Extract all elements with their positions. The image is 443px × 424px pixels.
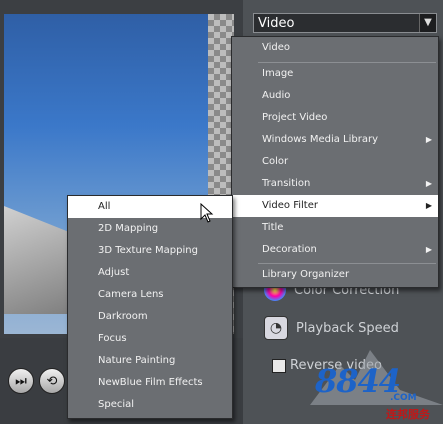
filter-item-nature-painting[interactable]: Nature Painting: [68, 350, 232, 372]
menu-item-image[interactable]: Image: [232, 63, 438, 85]
filter-item-focus[interactable]: Focus: [68, 328, 232, 350]
menu-item-windows-media-library[interactable]: Windows Media Library ▶: [232, 129, 438, 151]
filter-item-label: Nature Painting: [98, 355, 176, 366]
dropdown-value: Video: [258, 16, 295, 31]
filter-item-label: 3D Texture Mapping: [98, 245, 198, 256]
playback-speed-option[interactable]: ◔ Playback Speed: [264, 316, 399, 340]
submenu-arrow-icon: ▶: [425, 201, 432, 210]
filter-item-label: Camera Lens: [98, 289, 164, 300]
watermark-tagline: 连邦服务: [386, 408, 430, 421]
menu-item-library-organizer[interactable]: Library Organizer: [232, 264, 438, 286]
menu-item-label: Title: [262, 222, 284, 233]
menu-item-title[interactable]: Title: [232, 217, 438, 239]
submenu-arrow-icon: ▶: [425, 179, 432, 188]
skip-end-icon: ⏭: [15, 373, 27, 389]
menu-item-label: Color: [262, 156, 289, 167]
menu-item-color[interactable]: Color: [232, 151, 438, 173]
menu-item-transition[interactable]: Transition ▶: [232, 173, 438, 195]
submenu-arrow-icon: ▶: [425, 245, 432, 254]
playback-speed-label: Playback Speed: [296, 320, 399, 336]
menu-item-label: Video Filter: [262, 200, 318, 211]
menu-item-audio[interactable]: Audio: [232, 85, 438, 107]
menu-item-label: Image: [262, 68, 294, 79]
filter-item-newblue-film-effects[interactable]: NewBlue Film Effects: [68, 372, 232, 394]
library-category-dropdown[interactable]: Video ▼: [253, 13, 437, 33]
filter-item-label: 2D Mapping: [98, 223, 159, 234]
filter-item-adjust[interactable]: Adjust: [68, 262, 232, 284]
menu-item-video-filter[interactable]: Video Filter ▶: [232, 195, 438, 217]
speedometer-icon: ◔: [264, 316, 288, 340]
library-menu: Video Image Audio Project Video Windows …: [231, 36, 439, 288]
menu-item-label: Project Video: [262, 112, 328, 123]
mouse-cursor-icon: [200, 203, 214, 223]
video-filter-submenu: All 2D Mapping 3D Texture Mapping Adjust…: [67, 195, 233, 419]
menu-item-label: Transition: [262, 178, 311, 189]
filter-item-label: NewBlue Film Effects: [98, 377, 203, 388]
filter-item-special[interactable]: Special: [68, 394, 232, 416]
filter-item-label: Adjust: [98, 267, 130, 278]
filter-item-darkroom[interactable]: Darkroom: [68, 306, 232, 328]
menu-item-decoration[interactable]: Decoration ▶: [232, 239, 438, 261]
watermark-domain: .COM: [390, 393, 417, 403]
filter-item-camera-lens[interactable]: Camera Lens: [68, 284, 232, 306]
menu-item-label: Library Organizer: [262, 269, 350, 280]
watermark-number: 8844: [315, 362, 401, 400]
filter-item-label: Special: [98, 399, 135, 410]
submenu-arrow-icon: ▶: [425, 135, 432, 144]
repeat-button[interactable]: ⟲: [39, 368, 65, 394]
menu-item-label: Video: [262, 42, 291, 53]
menu-item-label: Windows Media Library: [262, 134, 378, 145]
menu-item-label: Audio: [262, 90, 291, 101]
chevron-down-icon[interactable]: ▼: [419, 14, 436, 32]
menu-item-project-video[interactable]: Project Video: [232, 107, 438, 129]
filter-item-label: Focus: [98, 333, 127, 344]
filter-item-label: All: [98, 201, 111, 212]
filter-item-3d-texture-mapping[interactable]: 3D Texture Mapping: [68, 240, 232, 262]
next-frame-button[interactable]: ⏭: [8, 368, 34, 394]
repeat-icon: ⟲: [46, 373, 58, 389]
menu-item-video[interactable]: Video: [232, 37, 438, 59]
menu-item-label: Decoration: [262, 244, 317, 255]
filter-item-label: Darkroom: [98, 311, 148, 322]
reverse-video-checkbox[interactable]: [272, 358, 286, 373]
